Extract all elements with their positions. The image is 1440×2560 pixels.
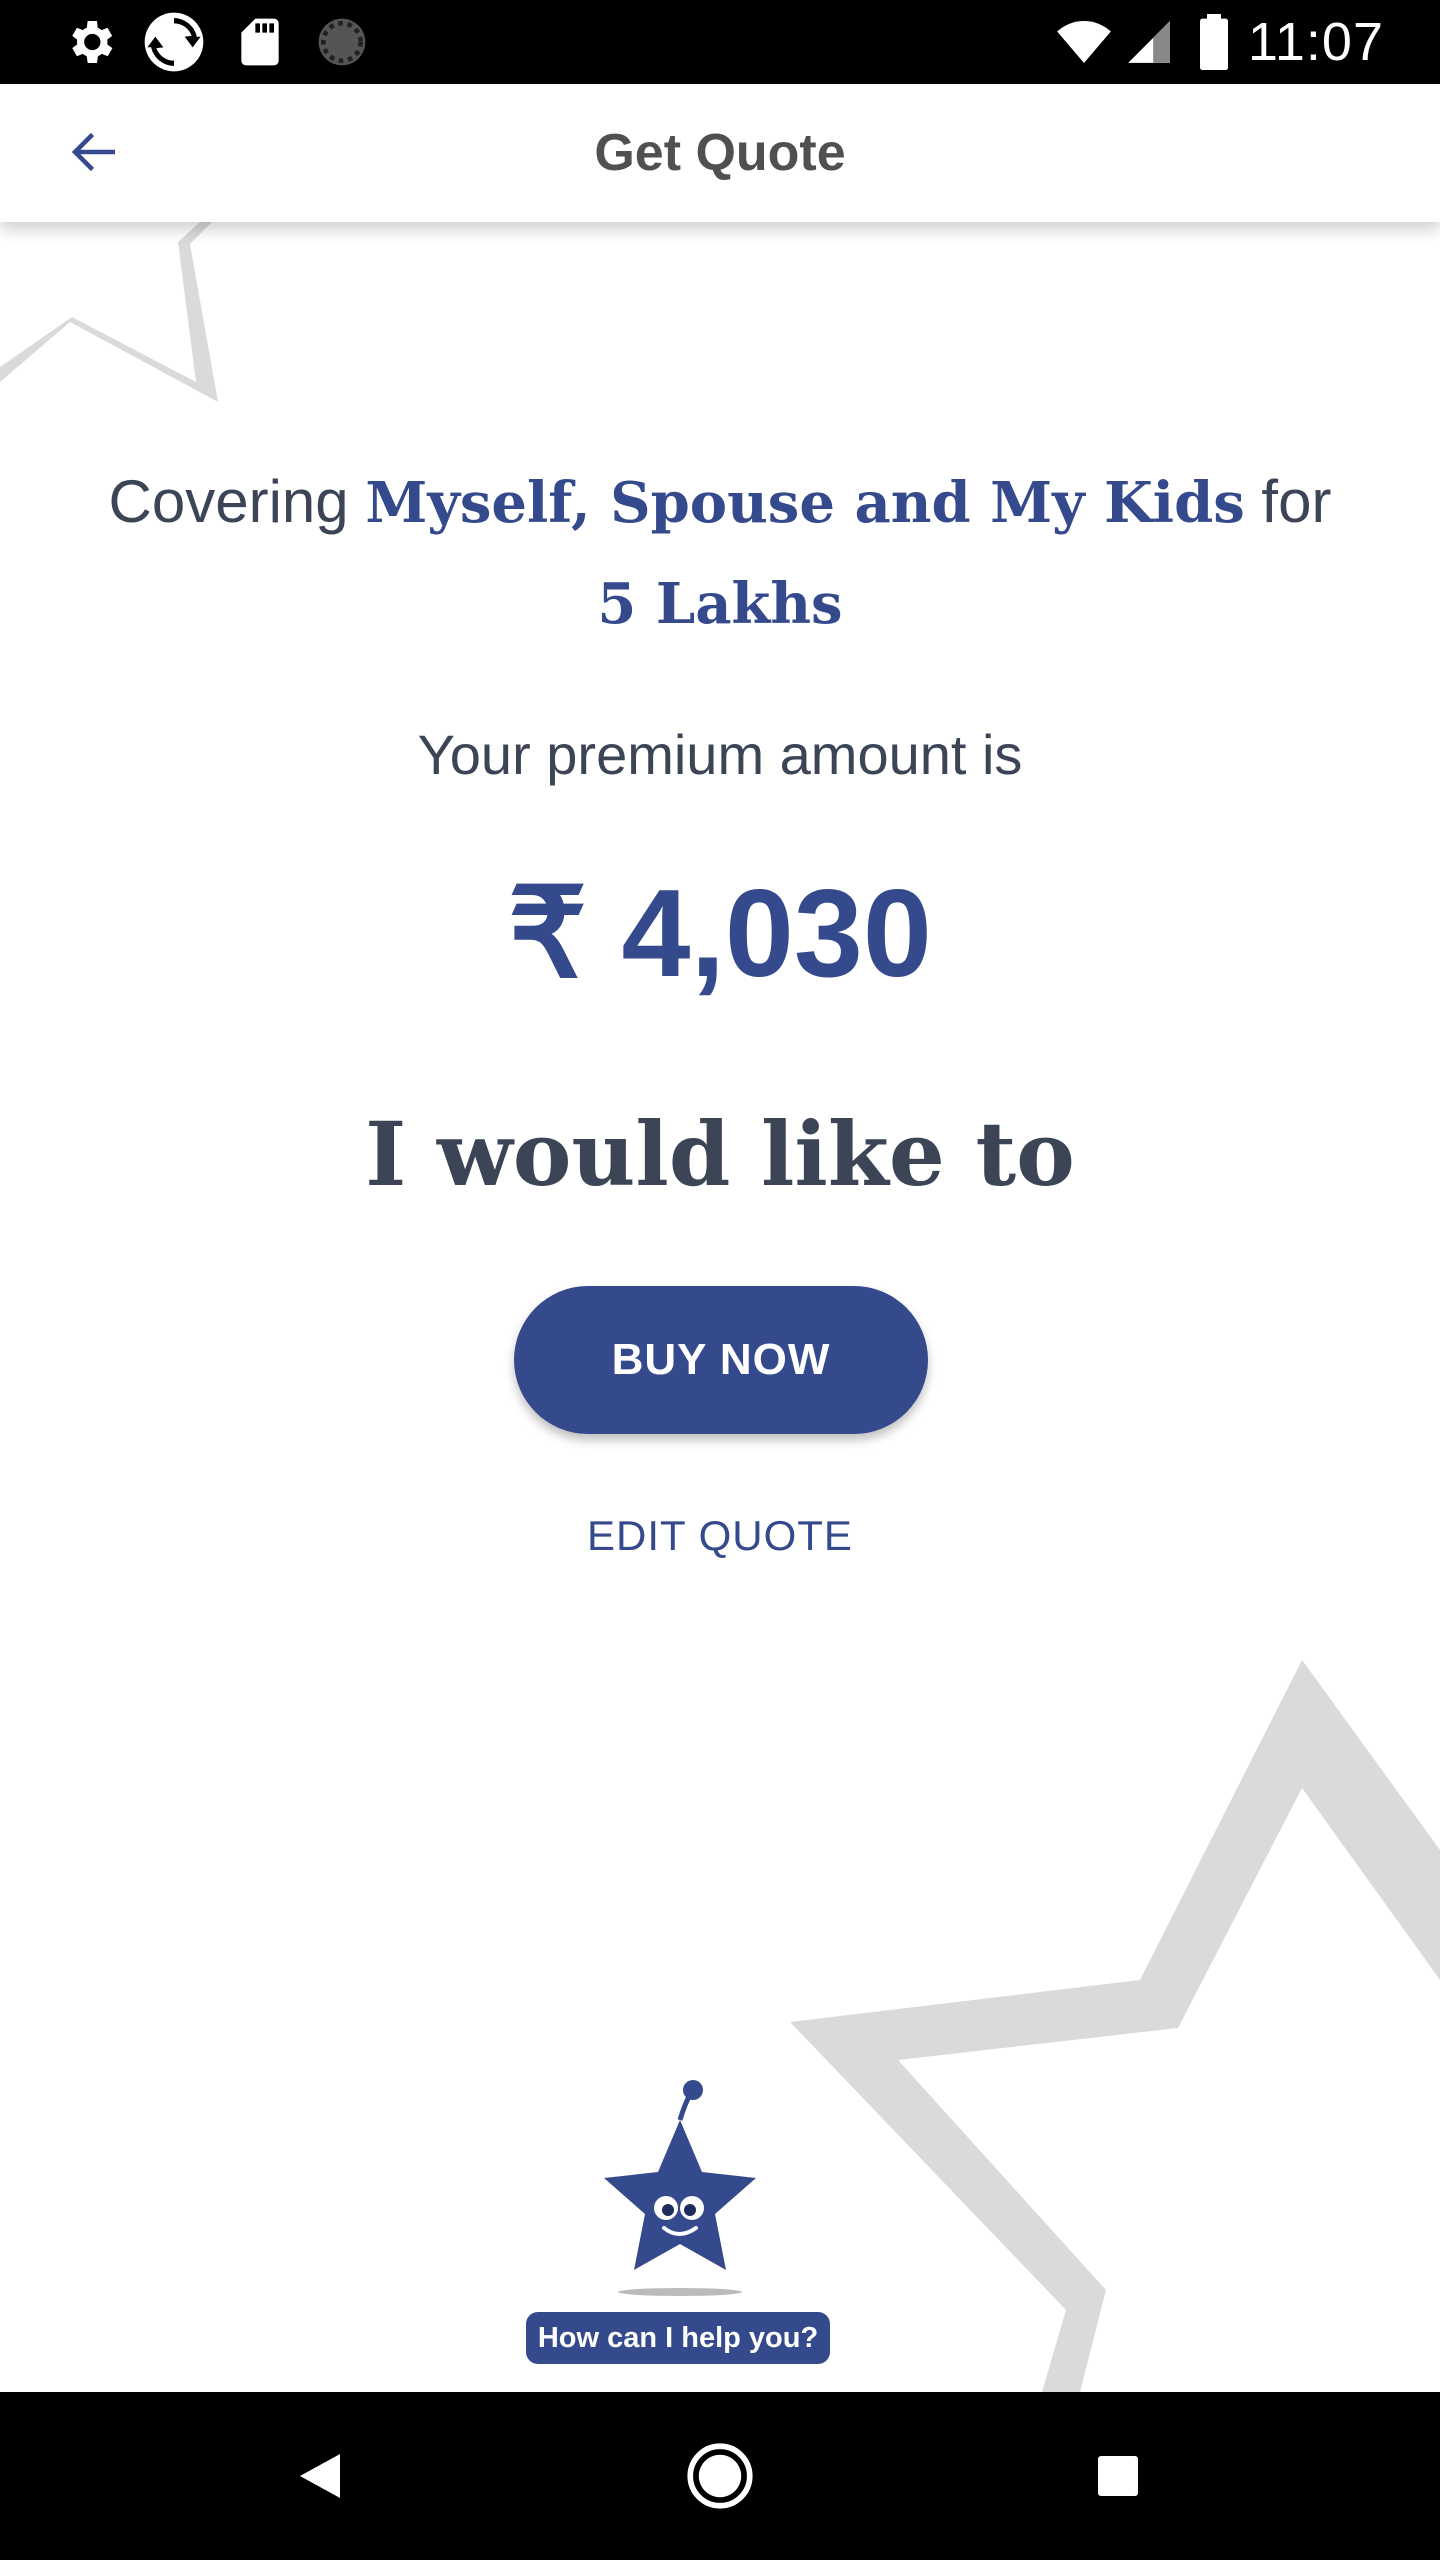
page-title: Get Quote — [594, 124, 846, 182]
covered-members: Myself, Spouse and My Kids — [365, 470, 1245, 536]
premium-amount: ₹ 4,030 — [508, 865, 932, 1003]
star-mascot-icon — [604, 2080, 756, 2296]
nav-recents-button[interactable] — [1068, 2426, 1168, 2526]
system-nav-bar — [0, 2392, 1440, 2560]
star-watermark-bottom — [790, 1660, 1440, 2392]
sync-icon — [144, 12, 204, 72]
sum-insured: 5 Lakhs — [597, 571, 843, 637]
home-circle-icon — [687, 2443, 753, 2509]
loading-icon — [318, 18, 366, 66]
app-bar: Get Quote — [0, 84, 1440, 222]
signal-icon — [1128, 21, 1170, 63]
nav-back-button[interactable] — [270, 2426, 370, 2526]
help-chatbot[interactable]: How can I help you? — [520, 2080, 840, 2370]
buy-now-button[interactable]: BUY NOW — [514, 1286, 928, 1434]
coverage-summary: Covering Myself, Spouse and My Kids for … — [80, 452, 1360, 654]
help-label: How can I help you? — [526, 2312, 830, 2364]
coverage-mid: for — [1244, 468, 1332, 535]
coverage-prefix: Covering — [108, 468, 366, 535]
nav-home-button[interactable] — [670, 2426, 770, 2526]
status-bar: 11:07 — [0, 0, 1440, 84]
wifi-icon — [1057, 21, 1111, 63]
edit-quote-link[interactable]: EDIT QUOTE — [0, 1512, 1440, 1560]
clock: 11:07 — [1247, 12, 1384, 72]
settings-icon — [72, 21, 113, 63]
star-watermark-top — [0, 222, 218, 402]
sd-card-icon — [241, 18, 279, 66]
recents-square-icon — [1098, 2456, 1138, 2496]
battery-icon — [1200, 14, 1228, 70]
back-triangle-icon — [300, 2454, 340, 2498]
action-heading: I would like to — [365, 1102, 1075, 1206]
premium-label: Your premium amount is — [417, 723, 1023, 786]
